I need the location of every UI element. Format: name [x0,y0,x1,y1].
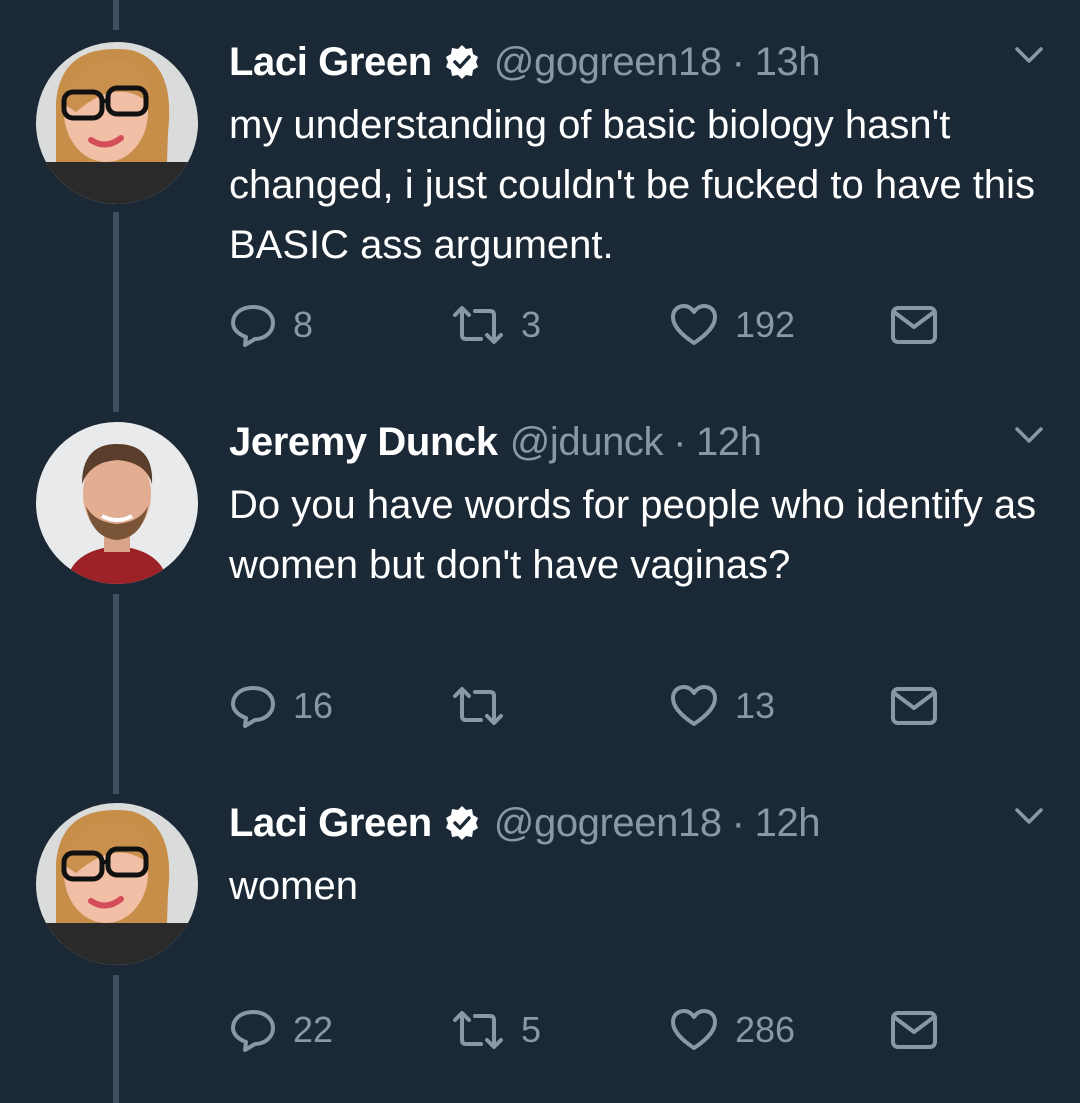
reply-count: 16 [293,685,334,726]
like-count: 192 [735,304,796,345]
message-icon [889,1008,939,1052]
message-icon [889,303,939,347]
reply-button[interactable]: 22 [229,1005,333,1055]
retweet-count: 3 [521,304,542,345]
thread-line [113,212,119,412]
tweet-text: Do you have words for people who identif… [229,483,1037,587]
retweet-icon [451,301,505,349]
handle[interactable]: @gogreen18 [494,801,722,846]
reply-button[interactable]: 8 [229,300,313,350]
retweet-button[interactable]: 3 [451,300,541,350]
thread-line [113,594,119,794]
like-button[interactable]: 286 [669,1005,795,1055]
reply-icon [229,1006,277,1054]
message-button[interactable] [889,300,939,350]
message-button[interactable] [889,681,939,731]
separator: · [673,419,687,464]
retweet-icon [451,1006,505,1054]
timestamp[interactable]: 13h [755,40,821,85]
tweet-header: Laci Green @gogreen18 · 12h [229,798,821,848]
caret-down-icon[interactable] [1014,806,1044,826]
like-count: 286 [735,1009,796,1050]
tweet-header: Laci Green @gogreen18 · 13h [229,37,821,87]
display-name[interactable]: Laci Green [229,40,432,85]
like-button[interactable]: 192 [669,300,795,350]
tweet-text: women [229,864,358,908]
like-icon [669,1006,719,1054]
thread-line [113,975,119,1103]
timestamp[interactable]: 12h [696,420,762,465]
timestamp[interactable]: 12h [755,801,821,846]
separator: · [731,800,745,845]
display-name[interactable]: Jeremy Dunck [229,420,498,465]
reply-count: 22 [293,1009,334,1050]
like-button[interactable]: 13 [669,681,775,731]
tweet-actions: 16 13 [229,681,949,731]
retweet-icon [451,682,505,730]
message-icon [889,684,939,728]
message-button[interactable] [889,1005,939,1055]
reply-icon [229,301,277,349]
tweet-actions: 22 5 286 [229,1005,949,1055]
handle[interactable]: @gogreen18 [494,40,722,85]
avatar[interactable] [36,803,198,965]
like-icon [669,301,719,349]
tweet-text: my understanding of basic biology hasn't… [229,103,1035,267]
verified-icon [444,805,480,841]
thread-line [113,0,119,30]
retweet-count: 5 [521,1009,542,1050]
avatar[interactable] [36,42,198,204]
avatar[interactable] [36,422,198,584]
reply-count: 8 [293,304,314,345]
tweet-header: Jeremy Dunck @jdunck · 12h [229,417,762,467]
retweet-button[interactable] [451,681,521,731]
handle[interactable]: @jdunck [510,420,664,465]
tweet-actions: 8 3 192 [229,300,949,350]
caret-down-icon[interactable] [1014,45,1044,65]
reply-icon [229,682,277,730]
display-name[interactable]: Laci Green [229,801,432,846]
separator: · [731,39,745,84]
like-count: 13 [735,685,776,726]
caret-down-icon[interactable] [1014,425,1044,445]
retweet-button[interactable]: 5 [451,1005,541,1055]
reply-button[interactable]: 16 [229,681,333,731]
like-icon [669,682,719,730]
verified-icon [444,44,480,80]
